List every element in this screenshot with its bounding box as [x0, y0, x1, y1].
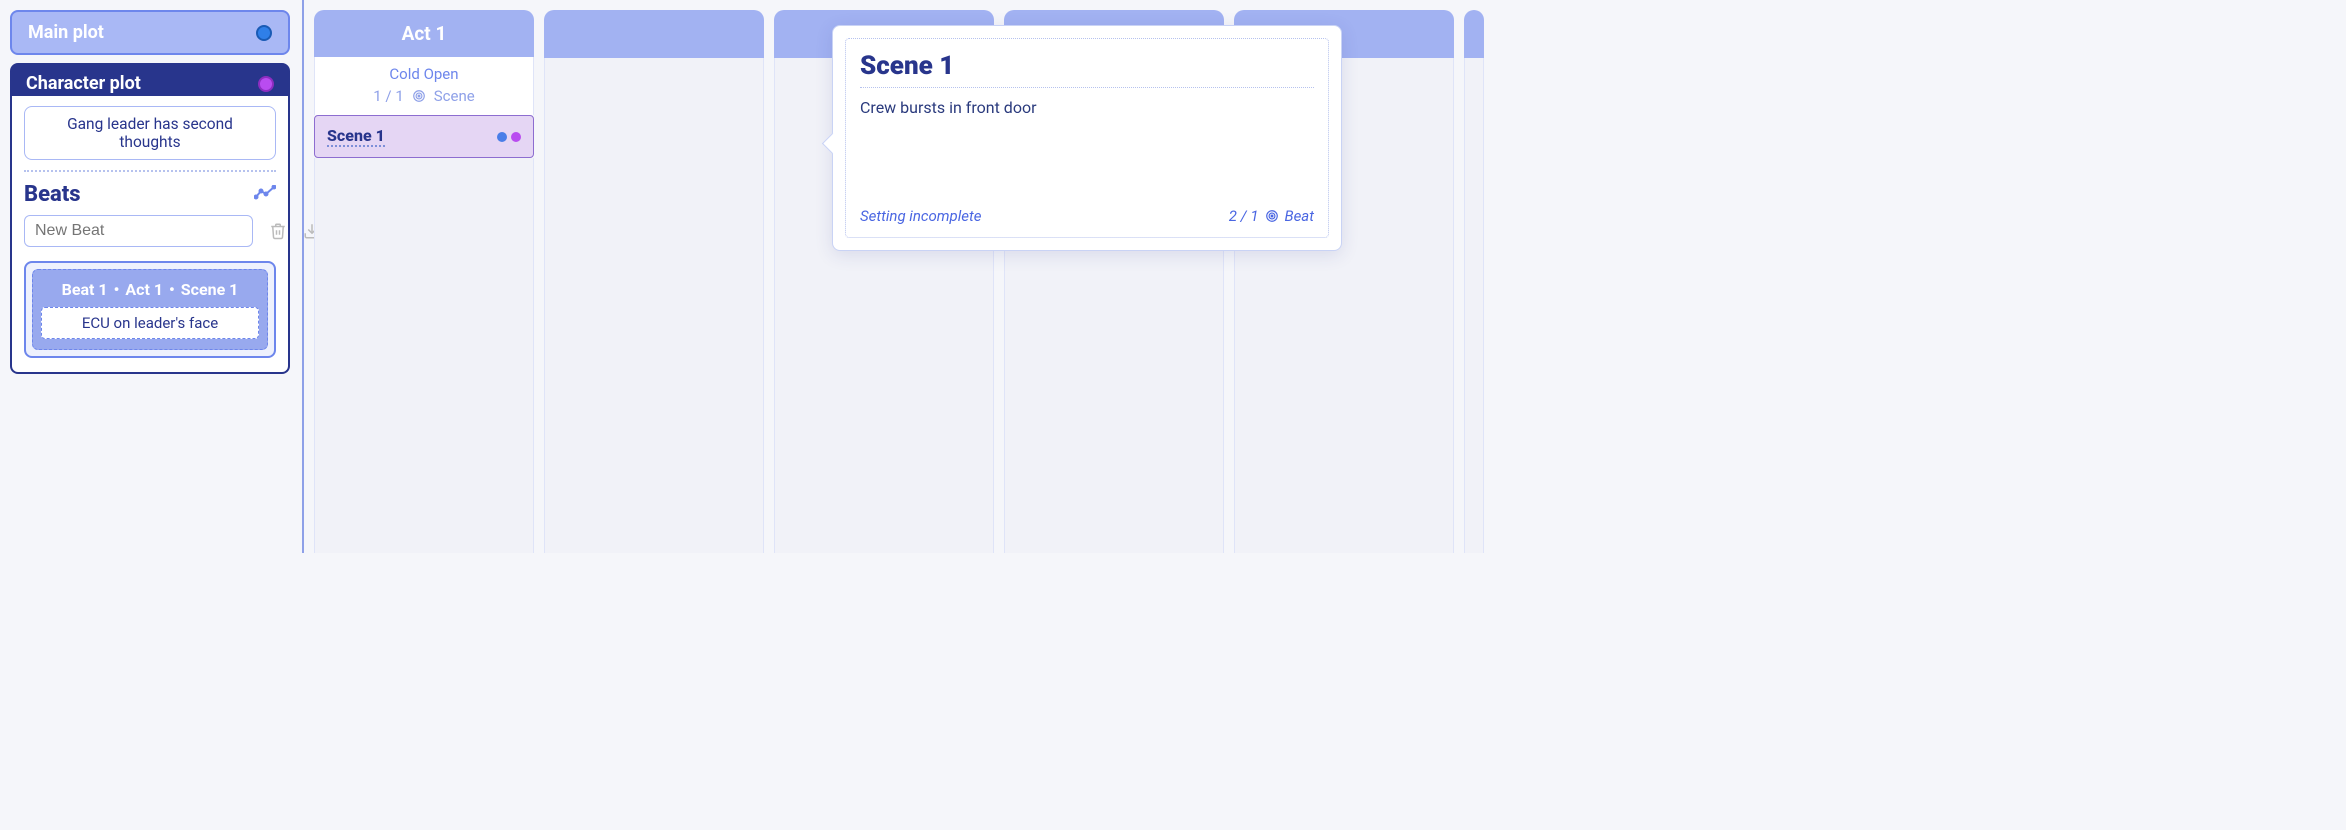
- act-column-2: [544, 10, 764, 553]
- target-icon: [1265, 209, 1279, 223]
- popover-title[interactable]: Scene 1: [860, 51, 1314, 88]
- popover-unit-label: Beat: [1285, 207, 1314, 225]
- scene-plot-dots: [497, 132, 521, 142]
- act-column-1: Act 1 Cold Open 1 / 1 Scene Scene 1: [314, 10, 534, 553]
- beat-description[interactable]: ECU on leader's face: [41, 307, 259, 339]
- vertical-divider: [302, 0, 304, 553]
- scene-popover: Scene 1 Crew bursts in front door Settin…: [832, 25, 1342, 251]
- act-column-body[interactable]: [1464, 58, 1484, 553]
- character-plot-color-dot: [258, 76, 274, 92]
- target-icon: [412, 89, 426, 103]
- act-header-empty[interactable]: [1464, 10, 1484, 58]
- chart-line-icon[interactable]: [254, 185, 276, 205]
- main-plot-color-dot: [256, 25, 272, 41]
- act-scene-count: 1 / 1: [373, 87, 404, 105]
- act-subtitle: Cold Open: [315, 65, 533, 83]
- act-subheader: Cold Open 1 / 1 Scene: [314, 57, 534, 115]
- act-column-body[interactable]: [314, 158, 534, 553]
- beats-title: Beats: [24, 182, 81, 207]
- character-plot-section: Character plot Gang leader has second th…: [10, 63, 290, 374]
- act-header-empty[interactable]: [544, 10, 764, 58]
- character-plot-description[interactable]: Gang leader has second thoughts: [24, 106, 276, 160]
- character-plot-body: Gang leader has second thoughts Beats: [10, 96, 290, 374]
- divider: [24, 170, 276, 172]
- popover-setting-status[interactable]: Setting incomplete: [860, 207, 981, 225]
- popover-body[interactable]: Crew bursts in front door: [860, 98, 1314, 147]
- new-beat-input[interactable]: [24, 215, 253, 247]
- popover-beat-count: 2 / 1: [1229, 207, 1259, 225]
- main-plot-header[interactable]: Main plot: [10, 10, 290, 55]
- board: Act 1 Cold Open 1 / 1 Scene Scene 1: [306, 0, 1564, 553]
- act-column-body[interactable]: [544, 58, 764, 553]
- scene-tile[interactable]: Scene 1: [314, 115, 534, 158]
- beat-card[interactable]: Beat 1•Act 1•Scene 1 ECU on leader's fac…: [24, 261, 276, 358]
- act-unit-label: Scene: [434, 87, 475, 105]
- scene-name: Scene 1: [327, 126, 385, 147]
- trash-icon[interactable]: [269, 222, 287, 240]
- plot-dot-purple: [511, 132, 521, 142]
- act-header[interactable]: Act 1: [314, 10, 534, 57]
- sidebar: Main plot Character plot Gang leader has…: [0, 0, 300, 553]
- plot-dot-blue: [497, 132, 507, 142]
- main-plot-label: Main plot: [28, 22, 104, 43]
- act-column-6-partial: [1464, 10, 1484, 553]
- beat-breadcrumb: Beat 1•Act 1•Scene 1: [41, 280, 259, 299]
- character-plot-label: Character plot: [26, 73, 141, 94]
